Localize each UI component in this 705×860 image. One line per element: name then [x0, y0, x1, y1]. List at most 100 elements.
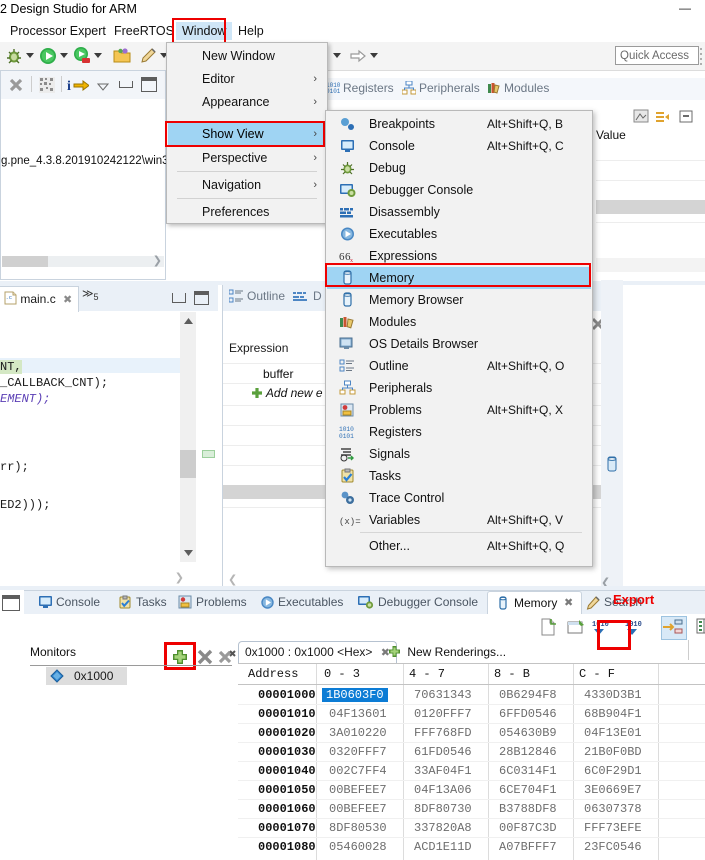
memory-cell[interactable]: 6FFD0546 — [499, 707, 557, 721]
pen-icon[interactable] — [138, 46, 158, 66]
memory-cell-selected[interactable]: 1B0603F0 — [322, 688, 388, 702]
memory-cell[interactable]: 04F13601 — [329, 707, 387, 721]
editor-minimize-icon[interactable] — [172, 293, 186, 303]
tab-console[interactable]: Console — [56, 595, 100, 609]
view-item-disassembly[interactable]: Disassembly — [327, 201, 591, 223]
view-item-debug[interactable]: Debug — [327, 157, 591, 179]
memory-cell[interactable]: 05460028 — [329, 840, 387, 854]
memory-cell[interactable]: 0320FFF7 — [329, 745, 387, 759]
editor-scroll-thumb[interactable] — [180, 450, 196, 478]
minimize-view-icon[interactable] — [119, 81, 133, 88]
tab-problems[interactable]: Problems — [196, 595, 247, 609]
memory-cell[interactable]: 002C7FF4 — [329, 764, 387, 778]
run-dropdown-arrow[interactable] — [60, 53, 68, 59]
view-item-registers[interactable]: 1010 0101 Registers — [327, 421, 591, 443]
memory-cell[interactable]: 3A010220 — [329, 726, 387, 740]
tab-peripherals[interactable]: Peripherals — [419, 81, 480, 95]
view-item-other[interactable]: Other... Alt+Shift+Q, Q — [327, 535, 591, 557]
tab-disassembly-partial[interactable]: D — [313, 289, 322, 303]
view-item-modules[interactable]: Modules — [327, 311, 591, 333]
quick-access-input[interactable]: Quick Access — [615, 46, 699, 65]
view-item-debugger-console[interactable]: Debugger Console — [327, 179, 591, 201]
rendering-tab-hex[interactable]: 0x1000 : 0x1000 <Hex> ✖ — [238, 641, 397, 663]
view-item-tasks[interactable]: Tasks — [327, 465, 591, 487]
column-header-c-f[interactable]: C - F — [579, 667, 615, 681]
memory-cell[interactable]: 04F13E01 — [584, 726, 642, 740]
menu-editor[interactable]: Editor — [168, 68, 326, 91]
forward-arrow-icon[interactable] — [348, 46, 368, 66]
run-profile-icon[interactable] — [72, 46, 92, 66]
column-header-0-3[interactable]: 0 - 3 — [324, 667, 360, 681]
menu-new-window[interactable]: New Window — [168, 45, 326, 68]
tab-registers[interactable]: Registers — [343, 81, 394, 95]
left-panel-hscrollbar[interactable] — [2, 256, 164, 267]
forward-dropdown-arrow[interactable] — [370, 53, 378, 59]
view-item-executables[interactable]: Executables — [327, 223, 591, 245]
memory-cell[interactable]: FFF768FD — [414, 726, 472, 740]
memory-cell[interactable]: 04F13A06 — [414, 783, 472, 797]
tab-memory[interactable]: Memory ✖ — [487, 591, 582, 616]
tab-debugger-console[interactable]: Debugger Console — [378, 595, 478, 609]
view-item-peripherals[interactable]: Peripherals — [327, 377, 591, 399]
memory-cell[interactable]: 61FD0546 — [414, 745, 472, 759]
memory-icon[interactable] — [604, 456, 620, 475]
debug-bug-icon[interactable] — [4, 46, 24, 66]
open-folder-icon[interactable] — [112, 46, 132, 66]
memory-cell[interactable]: 337820A8 — [414, 821, 472, 835]
expression-row-buffer[interactable]: buffer — [263, 367, 293, 381]
memory-cell[interactable]: 054630B9 — [499, 726, 557, 740]
editor-scroll-right-icon[interactable]: ❯ — [175, 571, 184, 584]
memory-cell[interactable]: 3E0669E7 — [584, 783, 642, 797]
column-header-4-7[interactable]: 4 - 7 — [409, 667, 445, 681]
remove-all-terminated-icon[interactable] — [7, 76, 25, 97]
scroll-down-icon[interactable] — [183, 546, 194, 560]
memory-cell[interactable]: 00BEFEE7 — [329, 783, 387, 797]
memory-cell[interactable]: ACD1E11D — [414, 840, 472, 854]
new-rendering-icon[interactable] — [538, 617, 558, 640]
memory-cell[interactable]: FFF73EFE — [584, 821, 642, 835]
tab-executables[interactable]: Executables — [278, 595, 343, 609]
link-memory-rendering-icon[interactable] — [661, 616, 687, 640]
outline-scroll-left-icon[interactable]: ❮ — [228, 573, 237, 586]
menu-freertos[interactable]: FreeRTOS — [108, 22, 180, 40]
view-item-signals[interactable]: Signals — [327, 443, 591, 465]
qr-icon[interactable] — [39, 77, 55, 96]
view-item-memory-browser[interactable]: Memory Browser — [327, 289, 591, 311]
run-green-icon[interactable] — [38, 46, 58, 66]
memory-cell[interactable]: 8DF80730 — [414, 802, 472, 816]
memory-cell[interactable]: 6C0314F1 — [499, 764, 557, 778]
toolbar-arrow-2[interactable] — [333, 53, 341, 59]
memory-cell[interactable]: 33AF04F1 — [414, 764, 472, 778]
tab-modules[interactable]: Modules — [504, 81, 549, 95]
memory-cell[interactable]: B3788DF8 — [499, 802, 557, 816]
view-item-trace-control[interactable]: Trace Control — [327, 487, 591, 509]
view-item-console[interactable]: Console Alt+Shift+Q, C — [327, 135, 591, 157]
info-arrow-icon[interactable]: i — [67, 76, 90, 96]
memory-table[interactable]: Address 0 - 3 4 - 7 8 - B C - F 00001000… — [238, 663, 705, 860]
menu-appearance[interactable]: Appearance — [168, 91, 326, 114]
memory-cell[interactable]: 23FC0546 — [584, 840, 642, 854]
tab-main-c[interactable]: .c main.c ✖ — [0, 286, 80, 312]
editor-maximize-icon[interactable] — [194, 291, 209, 305]
view-item-breakpoints[interactable]: Breakpoints Alt+Shift+Q, B — [327, 113, 591, 135]
memory-cell[interactable]: 6CE704F1 — [499, 783, 557, 797]
profile-dropdown-arrow[interactable] — [94, 53, 102, 59]
maximize-view-icon[interactable] — [141, 77, 157, 92]
memory-cell[interactable]: 68B904F1 — [584, 707, 642, 721]
memory-cell[interactable]: A07BFFF7 — [499, 840, 557, 854]
editor-vscrollbar[interactable] — [180, 312, 196, 562]
view-item-problems[interactable]: Problems Alt+Shift+Q, X — [327, 399, 591, 421]
minimize-button[interactable]: — — [673, 2, 697, 16]
close-icon[interactable]: ✖ — [63, 294, 72, 306]
monitor-entry-0x1000[interactable]: 0x1000 — [46, 667, 127, 685]
menu-navigation[interactable]: Navigation — [168, 174, 326, 197]
toggle-split-pane-icon[interactable] — [694, 616, 705, 639]
view-item-outline[interactable]: Outline Alt+Shift+Q, O — [327, 355, 591, 377]
tab-outline[interactable]: Outline — [247, 289, 285, 303]
tab-tasks[interactable]: Tasks — [136, 595, 167, 609]
menu-processor-expert[interactable]: Processor Expert — [4, 22, 112, 40]
toolbar-overflow-handle[interactable] — [699, 46, 703, 66]
code-area[interactable]: NT, _CALLBACK_CNT); EMENT); rr); ED2))); — [0, 312, 190, 562]
view-item-os-details-browser[interactable]: OS Details Browser — [327, 333, 591, 355]
scroll-up-icon[interactable] — [183, 314, 194, 328]
